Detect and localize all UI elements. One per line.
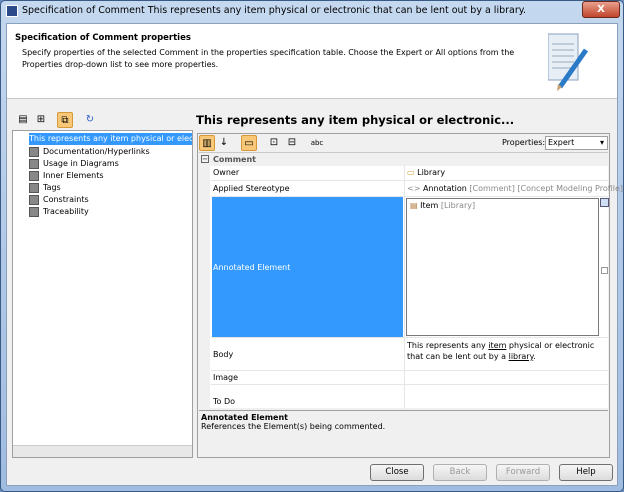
body-label: Body — [213, 350, 234, 359]
document-pencil-icon — [547, 32, 590, 92]
annotated-item-meta: [Library] — [440, 201, 476, 210]
node-icon — [29, 183, 39, 193]
owner-value[interactable]: ▭ Library — [404, 166, 608, 180]
table-row-body[interactable]: Body This represents any item physical or… — [211, 338, 608, 371]
panel-title: This represents any item physical or ele… — [196, 113, 515, 127]
forward-button[interactable]: Forward — [496, 464, 550, 481]
table-view-icon[interactable]: ▤ — [15, 112, 31, 128]
back-button[interactable]: Back — [433, 464, 487, 481]
annotated-label: Annotated Element — [212, 197, 403, 337]
help-button[interactable]: Help — [559, 464, 613, 481]
stereotype-value[interactable]: <> Annotation [Comment] [Concept Modelin… — [404, 181, 623, 196]
group-label: Comment — [213, 155, 256, 164]
collapse-all-icon[interactable]: ⊟ — [284, 135, 300, 151]
tree-item-documentation[interactable]: Documentation/Hyperlinks — [29, 146, 150, 158]
header-title: Specification of Comment properties — [15, 33, 191, 43]
compact-view-icon[interactable]: ▭ — [241, 135, 257, 151]
description-panel: Annotated Element References the Element(… — [199, 410, 608, 457]
owner-label: Owner — [213, 168, 240, 177]
node-icon — [29, 147, 39, 157]
close-window-button[interactable]: X — [582, 1, 620, 18]
property-table: − Comment Owner ▭ Library Applied Stereoty… — [199, 152, 623, 409]
annotated-item: Item — [420, 201, 439, 210]
node-icon — [29, 195, 39, 205]
table-row-todo[interactable]: To Do — [211, 385, 608, 409]
tree-item-inner-elements[interactable]: Inner Elements — [29, 170, 104, 182]
node-icon — [29, 171, 39, 181]
tree-view-icon[interactable]: ⊞ — [33, 112, 49, 128]
horizontal-scrollbar[interactable] — [13, 445, 192, 457]
properties-select-value: Expert — [548, 138, 575, 147]
chevron-down-icon: ▾ — [599, 138, 604, 147]
annotated-value[interactable]: ▤ Item [Library] — [404, 197, 609, 337]
group-by-category-icon[interactable]: ▥ — [199, 135, 215, 151]
window-title: Specification of Comment This represents… — [22, 5, 527, 16]
sort-alpha-icon[interactable]: ↓ — [216, 135, 232, 151]
tree-item-usage[interactable]: Usage in Diagrams — [29, 158, 119, 170]
app-icon — [6, 5, 18, 17]
more-button[interactable] — [601, 267, 608, 274]
stereotype-profile: [Concept Modeling Profile] — [517, 184, 624, 193]
text-icon[interactable]: abc — [309, 135, 325, 151]
copy-view-icon[interactable]: ⧉ — [57, 112, 73, 128]
tree-item-label: Tags — [43, 183, 61, 192]
group-row-comment[interactable]: − Comment — [199, 153, 608, 166]
table-row-image[interactable]: Image — [211, 371, 608, 385]
collapse-icon[interactable]: − — [201, 155, 209, 163]
library-link[interactable]: library — [509, 352, 534, 361]
tree-item-tags[interactable]: Tags — [29, 182, 61, 194]
stereotype-label: Applied Stereotype — [213, 184, 290, 193]
body-text: . — [533, 352, 536, 361]
table-row-annotated-element[interactable]: Annotated Element ▤ Item [Library] — [211, 197, 609, 338]
properties-label: Properties: — [502, 138, 546, 147]
stereotype-icon: <> — [407, 184, 423, 193]
expand-all-icon[interactable]: ⊡ — [266, 135, 282, 151]
image-label: Image — [213, 373, 239, 382]
tree-item-label: Inner Elements — [43, 171, 104, 180]
navigation-tree[interactable]: This represents any item physical or ele… — [12, 130, 193, 458]
todo-value[interactable] — [404, 385, 608, 409]
node-icon — [29, 207, 39, 217]
tree-item-traceability[interactable]: Traceability — [29, 206, 89, 218]
table-row-owner[interactable]: Owner ▭ Library — [211, 166, 608, 181]
node-icon — [29, 159, 39, 169]
tree-item-constraints[interactable]: Constraints — [29, 194, 89, 206]
tree-item-label: Documentation/Hyperlinks — [43, 147, 150, 156]
tree-item-label: Usage in Diagrams — [43, 159, 119, 168]
edit-button[interactable] — [600, 198, 609, 207]
description-text: References the Element(s) being commente… — [201, 422, 386, 431]
table-row-stereotype[interactable]: Applied Stereotype <> Annotation [Comment… — [211, 181, 623, 197]
stereotype-meta: [Comment] — [469, 184, 515, 193]
tree-root[interactable]: This represents any item physical or ele… — [29, 133, 192, 145]
folder-icon: ▭ — [407, 168, 418, 177]
description-title: Annotated Element — [201, 413, 288, 422]
stereotype-name: Annotation — [422, 184, 467, 193]
body-text: This represents any — [407, 341, 489, 350]
class-icon: ▤ — [410, 201, 421, 210]
item-link[interactable]: item — [488, 341, 506, 350]
body-value[interactable]: This represents any item physical or ele… — [404, 338, 608, 370]
header-description: Specify properties of the selected Comme… — [22, 48, 515, 69]
tree-item-label: Constraints — [43, 195, 89, 204]
tree-item-label: Traceability — [43, 207, 89, 216]
annotated-list[interactable]: ▤ Item [Library] — [406, 198, 599, 336]
owner-value-text: Library — [417, 168, 446, 177]
close-button[interactable]: Close — [370, 464, 424, 481]
properties-select[interactable]: Expert ▾ — [545, 136, 608, 150]
todo-label: To Do — [213, 397, 236, 406]
refresh-icon[interactable]: ↻ — [82, 112, 98, 128]
image-value[interactable] — [404, 371, 608, 384]
row-gutter — [199, 166, 210, 409]
